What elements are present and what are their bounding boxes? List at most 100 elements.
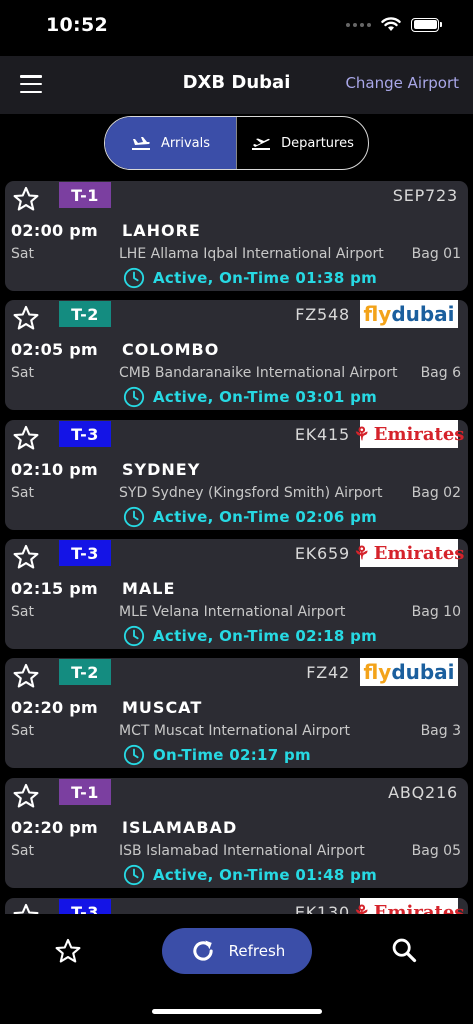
status-text: Active, On-Time 02:18 pm (153, 627, 378, 645)
terminal-badge: T-3 (59, 899, 111, 914)
status-time: 10:52 (46, 14, 108, 36)
favorite-star-icon[interactable] (12, 662, 40, 690)
signal-icon (346, 22, 371, 27)
city: LAHORE (122, 221, 201, 240)
favorite-star-icon[interactable] (12, 424, 40, 452)
favorite-star-icon[interactable] (12, 902, 40, 914)
flight-number: EK415 (294, 425, 350, 444)
flight-card[interactable]: T-2 FZ42 fly dubai 02:20 pm Sat MUSCAT MC… (5, 658, 468, 768)
arrivals-label: Arrivals (160, 135, 210, 151)
clock-icon (123, 744, 145, 766)
flight-card[interactable]: T-3 EK130 ⚘ Emirates (5, 898, 468, 914)
arrivals-departures-toggle: Arrivals Departures (104, 116, 369, 170)
flight-card[interactable]: T-3 EK415 ⚘ Emirates 02:10 pm Sat SYDNEY … (5, 420, 468, 530)
baggage-belt: Bag 10 (411, 604, 461, 620)
flight-card[interactable]: T-1 SEP723 02:00 pm Sat LAHORE LHE Allam… (5, 181, 468, 291)
refresh-label: Refresh (228, 942, 286, 960)
baggage-belt: Bag 6 (420, 365, 461, 381)
day: Sat (11, 246, 34, 262)
flight-status: Active, On-Time 02:18 pm (123, 625, 377, 647)
flight-number: ABQ216 (388, 783, 458, 802)
airport-name: MLE Velana International Airport (119, 604, 346, 620)
airport-name: CMB Bandaranaike International Airport (119, 365, 398, 381)
flight-card[interactable]: T-2 FZ548 fly dubai 02:05 pm Sat COLOMBO … (5, 300, 468, 410)
emirates-logo: ⚘ Emirates (354, 420, 464, 448)
emirates-logo: ⚘ Emirates (354, 898, 464, 914)
nav-bar: DXB Dubai Change Airport (0, 56, 473, 114)
scheduled-time: 02:00 pm (11, 221, 99, 240)
flight-status: Active, On-Time 03:01 pm (123, 386, 377, 408)
departure-plane-icon (252, 138, 271, 150)
flight-number: FZ42 (306, 663, 350, 682)
search-icon[interactable] (390, 936, 418, 964)
baggage-belt: Bag 01 (411, 246, 461, 262)
flight-number: FZ548 (295, 305, 350, 324)
city: SYDNEY (122, 460, 201, 479)
terminal-badge: T-2 (59, 659, 111, 685)
baggage-belt: Bag 3 (420, 723, 461, 739)
flight-number: EK130 (294, 903, 350, 914)
arrival-plane-icon (131, 137, 150, 150)
airport-name: ISB Islamabad International Airport (119, 843, 365, 859)
favorites-star-icon[interactable] (54, 937, 82, 965)
flydubai-logo: fly dubai (360, 658, 458, 686)
change-airport-button[interactable]: Change Airport (345, 74, 459, 92)
status-text: Active, On-Time 03:01 pm (153, 388, 378, 406)
city: MALE (122, 579, 176, 598)
terminal-badge: T-1 (59, 182, 111, 208)
day: Sat (11, 723, 34, 739)
favorite-star-icon[interactable] (12, 185, 40, 213)
flight-status: On-Time 02:17 pm (123, 744, 311, 766)
airport-name: MCT Muscat International Airport (119, 723, 351, 739)
scheduled-time: 02:20 pm (11, 698, 99, 717)
refresh-icon (193, 940, 213, 961)
city: COLOMBO (122, 340, 220, 359)
scheduled-time: 02:20 pm (11, 818, 99, 837)
status-icons (346, 17, 442, 32)
day: Sat (11, 843, 34, 859)
flight-list[interactable]: T-1 SEP723 02:00 pm Sat LAHORE LHE Allam… (0, 178, 473, 914)
terminal-badge: T-3 (59, 421, 111, 447)
favorite-star-icon[interactable] (12, 304, 40, 332)
day: Sat (11, 485, 34, 501)
flydubai-logo: fly dubai (360, 300, 458, 328)
tab-arrivals[interactable]: Arrivals (105, 117, 236, 169)
terminal-badge: T-2 (59, 301, 111, 327)
clock-icon (123, 625, 145, 647)
flight-number: SEP723 (392, 186, 458, 205)
favorite-star-icon[interactable] (12, 543, 40, 571)
status-text: Active, On-Time 01:48 pm (153, 866, 378, 884)
city: MUSCAT (122, 698, 203, 717)
clock-icon (123, 386, 145, 408)
tab-departures[interactable]: Departures (236, 117, 368, 169)
status-text: Active, On-Time 02:06 pm (153, 508, 378, 526)
status-text: On-Time 02:17 pm (153, 746, 311, 764)
scheduled-time: 02:05 pm (11, 340, 99, 359)
day: Sat (11, 604, 34, 620)
flight-status: Active, On-Time 01:48 pm (123, 864, 377, 886)
flight-status: Active, On-Time 02:06 pm (123, 506, 377, 528)
wifi-icon (381, 17, 401, 31)
bottom-bar: Refresh (0, 914, 473, 1024)
refresh-button[interactable]: Refresh (162, 928, 312, 974)
battery-icon (411, 17, 442, 32)
flight-number: EK659 (294, 544, 350, 563)
city: ISLAMABAD (122, 818, 238, 837)
baggage-belt: Bag 05 (411, 843, 461, 859)
flight-status: Active, On-Time 01:38 pm (123, 267, 377, 289)
clock-icon (123, 506, 145, 528)
scheduled-time: 02:10 pm (11, 460, 99, 479)
status-text: Active, On-Time 01:38 pm (153, 269, 378, 287)
terminal-badge: T-3 (59, 540, 111, 566)
clock-icon (123, 864, 145, 886)
favorite-star-icon[interactable] (12, 782, 40, 810)
flight-card[interactable]: T-1 ABQ216 02:20 pm Sat ISLAMABAD ISB Is… (5, 778, 468, 888)
airport-name: SYD Sydney (Kingsford Smith) Airport (119, 485, 383, 501)
airport-name: LHE Allama Iqbal International Airport (119, 246, 384, 262)
terminal-badge: T-1 (59, 779, 111, 805)
home-indicator (152, 1009, 322, 1014)
scheduled-time: 02:15 pm (11, 579, 99, 598)
departures-label: Departures (281, 135, 354, 151)
day: Sat (11, 365, 34, 381)
flight-card[interactable]: T-3 EK659 ⚘ Emirates 02:15 pm Sat MALE ML… (5, 539, 468, 649)
